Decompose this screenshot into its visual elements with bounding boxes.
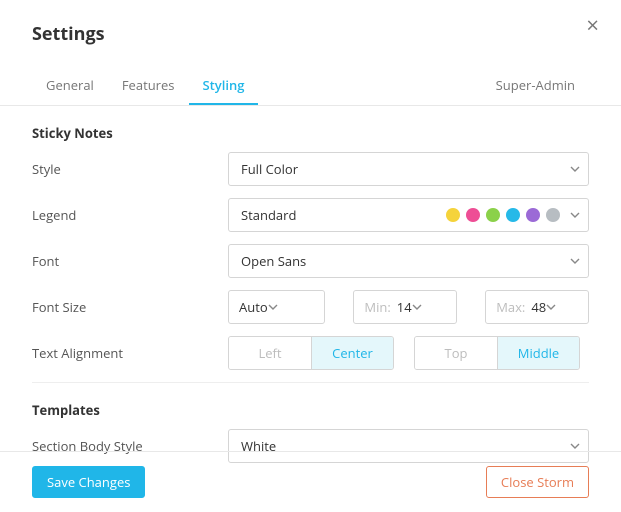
section-sticky-notes: Sticky Notes xyxy=(32,124,589,142)
settings-modal: Settings × General Features Styling Supe… xyxy=(0,0,621,512)
save-changes-button[interactable]: Save Changes xyxy=(32,466,145,498)
modal-footer: Save Changes Close Storm xyxy=(0,451,621,512)
legend-color-1 xyxy=(446,208,460,222)
select-font[interactable]: Open Sans xyxy=(228,244,589,278)
select-value: 14 xyxy=(397,298,412,316)
legend-color-2 xyxy=(466,208,480,222)
select-value: Full Color xyxy=(241,160,298,178)
align-center-option[interactable]: Center xyxy=(311,337,393,369)
chevron-down-icon xyxy=(570,164,580,174)
opt-label: Left xyxy=(258,344,281,362)
tab-label: General xyxy=(46,76,94,94)
chevron-down-icon xyxy=(546,302,556,312)
button-label: Save Changes xyxy=(47,473,130,491)
select-value: 48 xyxy=(531,298,546,316)
tab-general[interactable]: General xyxy=(32,66,108,105)
section-templates: Templates xyxy=(32,401,589,419)
align-middle-option[interactable]: Middle xyxy=(497,337,579,369)
label-text-alignment: Text Alignment xyxy=(32,344,228,362)
select-font-size-max[interactable]: Max: 48 xyxy=(485,290,589,324)
row-font: Font Open Sans xyxy=(32,244,589,278)
select-font-size-auto[interactable]: Auto xyxy=(228,290,325,324)
opt-label: Top xyxy=(445,344,468,362)
chevron-down-icon xyxy=(268,302,278,312)
chevron-down-icon xyxy=(570,256,580,266)
tab-super-admin[interactable]: Super-Admin xyxy=(482,66,589,105)
row-style: Style Full Color xyxy=(32,152,589,186)
legend-color-5 xyxy=(526,208,540,222)
page-title: Settings xyxy=(32,22,105,46)
segmented-horizontal-align: Left Center xyxy=(228,336,394,370)
segmented-vertical-align: Top Middle xyxy=(414,336,580,370)
select-legend[interactable]: Standard xyxy=(228,198,589,232)
tab-features[interactable]: Features xyxy=(108,66,189,105)
tab-styling[interactable]: Styling xyxy=(189,66,259,105)
legend-color-swatches xyxy=(446,208,560,222)
select-value: Open Sans xyxy=(241,252,306,270)
chevron-down-icon xyxy=(570,441,580,451)
row-font-size: Font Size Auto Min: 14 Max: 48 xyxy=(32,290,589,324)
label-style: Style xyxy=(32,160,228,178)
legend-color-6 xyxy=(546,208,560,222)
align-left-option[interactable]: Left xyxy=(229,337,311,369)
settings-tabs: General Features Styling Super-Admin xyxy=(0,66,621,106)
modal-body: Sticky Notes Style Full Color Legend Sta… xyxy=(0,106,621,463)
align-top-option[interactable]: Top xyxy=(415,337,497,369)
section-divider xyxy=(32,382,589,383)
label-font-size: Font Size xyxy=(32,298,228,316)
opt-label: Center xyxy=(332,344,373,362)
close-icon[interactable]: × xyxy=(586,14,599,36)
select-font-size-min[interactable]: Min: 14 xyxy=(353,290,457,324)
close-storm-button[interactable]: Close Storm xyxy=(486,466,589,498)
tab-label: Styling xyxy=(203,76,245,94)
legend-color-4 xyxy=(506,208,520,222)
select-value: Auto xyxy=(239,298,268,316)
row-legend: Legend Standard xyxy=(32,198,589,232)
button-label: Close Storm xyxy=(501,473,574,491)
select-style[interactable]: Full Color xyxy=(228,152,589,186)
chevron-down-icon xyxy=(570,210,580,220)
modal-header: Settings xyxy=(0,0,621,46)
row-text-alignment: Text Alignment Left Center Top Middle xyxy=(32,336,589,370)
chevron-down-icon xyxy=(412,302,422,312)
select-value: Standard xyxy=(241,206,296,224)
tab-label: Features xyxy=(122,76,175,94)
legend-color-3 xyxy=(486,208,500,222)
mini-label-max: Max: xyxy=(496,298,525,316)
tab-label: Super-Admin xyxy=(496,76,575,94)
mini-label-min: Min: xyxy=(364,298,390,316)
label-font: Font xyxy=(32,252,228,270)
opt-label: Middle xyxy=(518,344,559,362)
label-legend: Legend xyxy=(32,206,228,224)
